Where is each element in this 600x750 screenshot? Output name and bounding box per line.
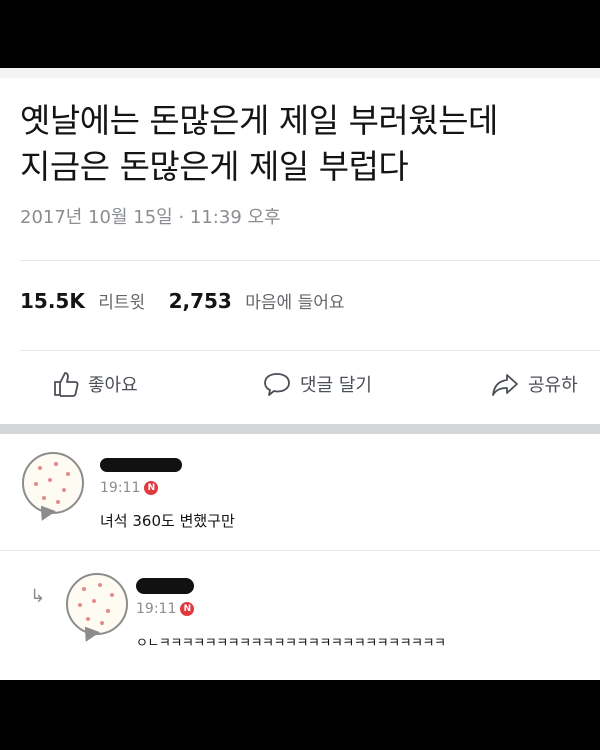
share-button[interactable]: 공유하 <box>490 364 578 404</box>
avatar[interactable] <box>66 573 128 646</box>
speech-bubble-icon <box>264 373 290 396</box>
comment-time: 19:11 N <box>100 480 159 496</box>
divider <box>0 550 600 551</box>
like-label[interactable]: 마음에 들어요 <box>245 293 344 313</box>
divider <box>20 260 600 261</box>
top-strip <box>0 68 600 78</box>
comment-text: ㅇㄴㅋㅋㅋㅋㅋㅋㅋㅋㅋㅋㅋㅋㅋㅋㅋㅋㅋㅋㅋㅋㅋㅋㅋㅋㅋ <box>136 636 446 651</box>
post-card: 옛날에는 돈많은게 제일 부러웠는데 지금은 돈많은게 제일 부럽다 2017년… <box>0 68 600 680</box>
post-text: 옛날에는 돈많은게 제일 부러웠는데 지금은 돈많은게 제일 부럽다 <box>20 98 590 190</box>
thumbs-up-icon <box>54 372 79 397</box>
comment-text: 녀석 360도 변했구만 <box>100 512 235 530</box>
comment-button[interactable]: 댓글 달기 <box>262 364 372 404</box>
comment-time-text: 19:11 <box>136 601 177 617</box>
comment-time: 19:11 N <box>136 601 195 617</box>
like-count: 2,753 <box>168 289 232 313</box>
share-button-label: 공유하 <box>528 375 578 396</box>
action-bar: 좋아요 댓글 달기 공유하 <box>0 364 600 404</box>
retweet-label[interactable]: 리트윗 <box>98 293 145 313</box>
redacted-username <box>100 458 182 472</box>
post-stats: 15.5K 리트윗 2,753 마음에 들어요 <box>20 288 345 313</box>
redacted-username <box>136 578 194 594</box>
new-badge: N <box>180 602 195 616</box>
like-button[interactable]: 좋아요 <box>52 364 138 404</box>
retweet-count: 15.5K <box>20 289 85 313</box>
like-button-label: 좋아요 <box>88 375 138 396</box>
divider <box>20 350 600 351</box>
post-text-line-2: 지금은 돈많은게 제일 부럽다 <box>20 147 409 186</box>
new-badge: N <box>144 481 159 495</box>
post-timestamp: 2017년 10월 15일 · 11:39 오후 <box>20 207 281 228</box>
section-separator <box>0 424 600 434</box>
comment-button-label: 댓글 달기 <box>300 375 372 396</box>
share-arrow-icon <box>492 374 518 396</box>
post-text-line-1: 옛날에는 돈많은게 제일 부러웠는데 <box>20 101 498 140</box>
avatar[interactable] <box>22 452 84 525</box>
reply-arrow-icon: ↳ <box>30 586 46 607</box>
comment-time-text: 19:11 <box>100 480 141 496</box>
